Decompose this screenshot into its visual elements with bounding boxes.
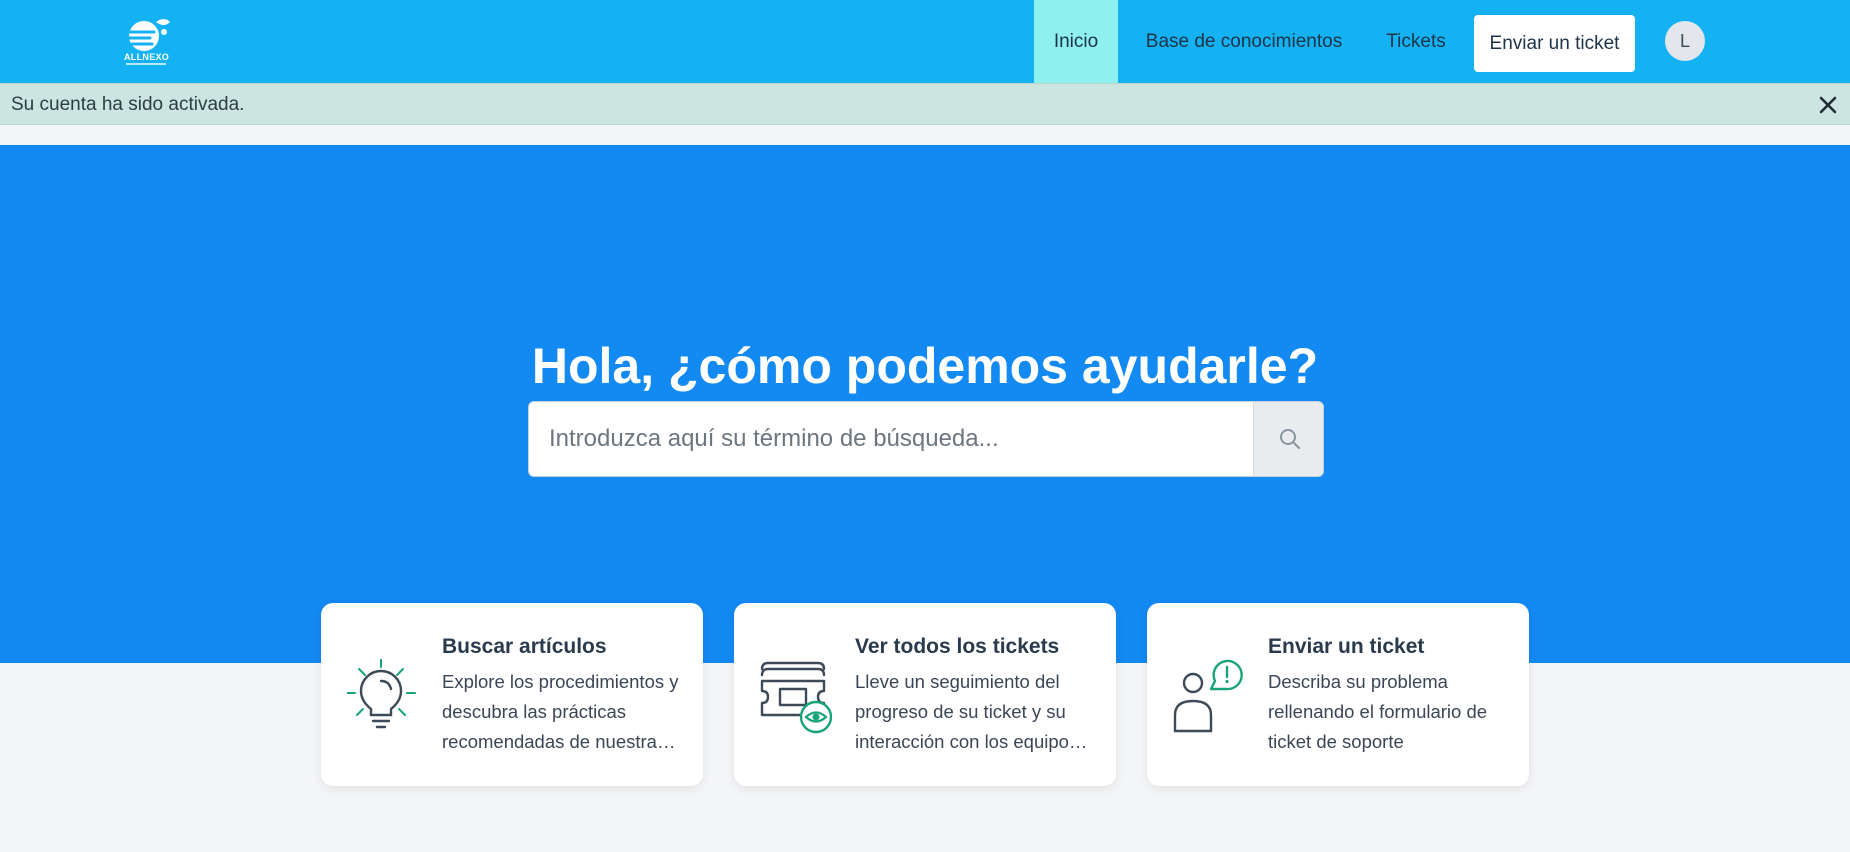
nav-item-tickets[interactable]: Tickets <box>1372 0 1460 83</box>
hero-title: Hola, ¿cómo podemos ayudarle? <box>531 338 1319 394</box>
search-icon <box>1280 429 1300 449</box>
search-button[interactable] <box>1253 402 1323 476</box>
search-input[interactable] <box>529 402 1253 476</box>
card-description-line: interacción con los equipo… <box>855 731 1088 752</box>
logo-icon <box>126 19 170 51</box>
submit-ticket-button[interactable]: Enviar un ticket <box>1474 15 1635 72</box>
card-description-line: Lleve un seguimiento del <box>855 671 1060 692</box>
card-description-line: Describa su problema <box>1268 671 1448 692</box>
person-alert-icon <box>1173 659 1245 739</box>
nav-item-base-de-conocimientos[interactable]: Base de conocimientos <box>1140 0 1348 83</box>
card-description: Describa su problema rellenando el formu… <box>1268 667 1518 757</box>
card-enviar-un-ticket[interactable]: Enviar un ticket Describa su problema re… <box>1147 603 1529 786</box>
card-title: Ver todos los tickets <box>855 635 1060 658</box>
hero-section: Hola, ¿cómo podemos ayudarle? <box>0 145 1850 663</box>
brand-name: ALLNEXO <box>124 52 170 62</box>
search-box <box>528 401 1324 477</box>
close-icon[interactable] <box>1816 93 1840 117</box>
user-avatar[interactable]: L <box>1665 21 1705 61</box>
ticket-eye-icon <box>760 659 833 739</box>
top-navigation-bar: ALLNEXO Inicio Base de conocimientos Tic… <box>0 0 1850 83</box>
card-description-line: descubra las prácticas <box>442 701 627 722</box>
card-description-line: Explore los procedimientos y <box>442 671 679 692</box>
card-description-line: ticket de soporte <box>1268 731 1404 752</box>
card-title: Buscar artículos <box>442 635 607 658</box>
card-description-line: recomendadas de nuestra… <box>442 731 676 752</box>
card-ver-todos-los-tickets[interactable]: Ver todos los tickets Lleve un seguimien… <box>734 603 1116 786</box>
card-description-line: rellenando el formulario de <box>1268 701 1488 722</box>
card-buscar-articulos[interactable]: Buscar artículos Explore los procedimien… <box>321 603 703 786</box>
card-description-line: progreso de su ticket y su <box>855 701 1066 722</box>
alert-message: Su cuenta ha sido activada. <box>11 94 245 115</box>
brand-logo[interactable]: ALLNEXO <box>120 14 178 70</box>
card-description: Lleve un seguimiento del progreso de su … <box>855 667 1105 757</box>
lightbulb-icon <box>346 658 419 739</box>
logo-tagline-mark <box>126 63 166 65</box>
nav-item-inicio[interactable]: Inicio <box>1034 0 1118 83</box>
card-title: Enviar un ticket <box>1268 635 1425 658</box>
account-activated-alert: Su cuenta ha sido activada. <box>0 83 1850 125</box>
card-description: Explore los procedimientos y descubra la… <box>442 667 692 757</box>
